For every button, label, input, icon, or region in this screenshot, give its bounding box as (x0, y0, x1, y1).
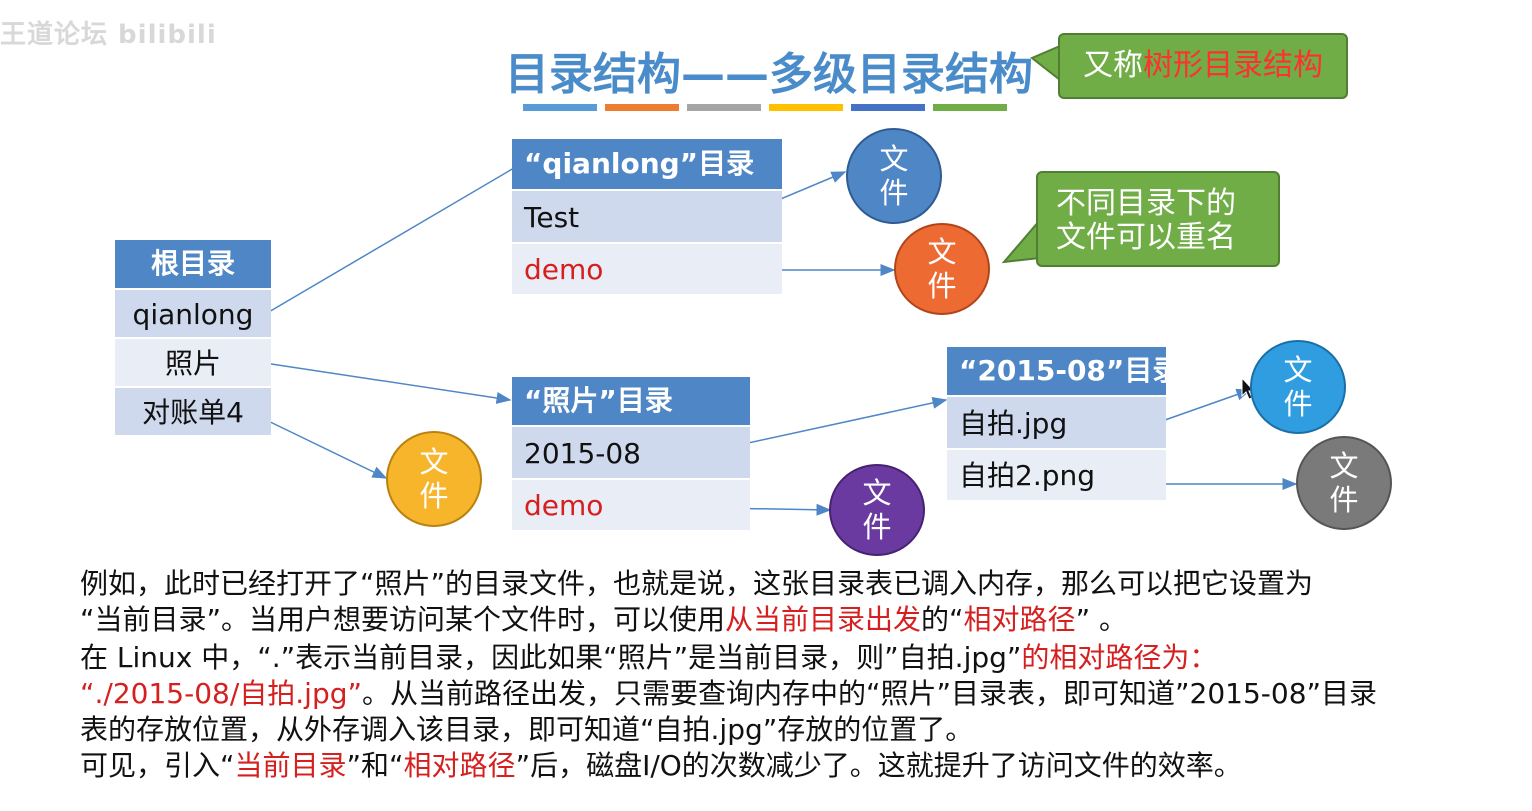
text-span: ”后，磁盘I/O的次数减少了。这就提升了访问文件的效率。 (515, 749, 1242, 782)
explanation-line-3: 在 Linux 中，“.”表示当前目录，因此如果“照片”是当前目录，则”自拍.j… (80, 640, 1217, 676)
table-row: demo (512, 478, 750, 530)
callout-top-prefix: 又称 (1083, 48, 1143, 83)
explanation-line-4: “./2015-08/自拍.jpg”。从当前路径出发，只需要查询内存中的“照片”… (80, 676, 1377, 712)
file-label: 文 (862, 476, 892, 510)
table-row: 对账单4 (115, 386, 271, 435)
highlight-span: 当前目录 (234, 749, 347, 782)
callout-right-tail (1001, 217, 1041, 264)
table-header: “照片”目录 (512, 377, 750, 425)
table-row: 照片 (115, 337, 271, 386)
callout-top-tail (1030, 44, 1061, 83)
file-label: 件 (879, 176, 909, 210)
text-span: 在 Linux 中，“.”表示当前目录，因此如果“照片”是当前目录，则”自拍.j… (80, 641, 1022, 674)
arrow-2015 (715, 397, 948, 451)
callout-tree-structure: 又称树形目录结构 (1058, 33, 1348, 99)
arrow-qianlong (261, 167, 515, 317)
table-row: qianlong (115, 288, 271, 337)
table-row: 自拍.jpg (947, 395, 1166, 448)
explanation-line-5: 表的存放位置，从外存调入该目录，即可知道“自拍.jpg”存放的位置了。 (80, 713, 974, 746)
table-row: 2015-08 (512, 425, 750, 478)
highlight-span: 从当前目录出发 (725, 603, 922, 636)
file-label: 件 (1329, 483, 1359, 517)
text-span: 的“ (921, 603, 964, 636)
callout-top-highlight: 树形目录结构 (1143, 48, 1323, 83)
table-row: demo (512, 242, 782, 294)
file-label: 文 (1329, 449, 1359, 483)
highlight-span: “./2015-08/自拍.jpg” (80, 677, 362, 710)
file-node-test: 文件 (846, 128, 942, 224)
file-label: 件 (419, 479, 449, 513)
table-header: 根目录 (115, 240, 271, 288)
explanation-line-6: 可见，引入“当前目录”和“相对路径”后，磁盘I/O的次数减少了。这就提升了访问文… (80, 748, 1242, 784)
text-span: 可见，引入“ (80, 749, 235, 782)
file-node-photo-demo: 文件 (829, 464, 925, 556)
text-span: ” 。 (1075, 603, 1127, 636)
table-header: “qianlong”目录 (512, 139, 782, 189)
file-label: 文 (1283, 353, 1313, 387)
file-node-selfie2: 文件 (1296, 436, 1392, 530)
file-node-qianlong-demo: 文件 (894, 223, 990, 315)
file-label: 件 (927, 269, 957, 303)
dir-2015-08-table: “2015-08”目录 自拍.jpg 自拍2.png (947, 347, 1180, 500)
qianlong-directory-table: “qianlong”目录 Test demo (512, 139, 782, 294)
table-row: 自拍2.png (947, 448, 1166, 500)
explanation-line-2: “当前目录”。当用户想要访问某个文件时，可以使用从当前目录出发的“相对路径” 。 (80, 602, 1127, 638)
highlight-span: 相对路径 (963, 603, 1076, 636)
callout-right-line2: 文件可以重名 (1056, 220, 1236, 255)
callout-right-line1: 不同目录下的 (1056, 186, 1236, 221)
root-directory-table: 根目录 qianlong 照片 对账单4 (115, 240, 271, 435)
text-span: ”和“ (346, 749, 404, 782)
text-span: “当前目录”。当用户想要访问某个文件时，可以使用 (80, 603, 726, 636)
file-node-bill: 文件 (386, 431, 482, 527)
callout-same-name: 不同目录下的 文件可以重名 (1036, 171, 1280, 267)
explanation-line-1: 例如，此时已经打开了“照片”的目录文件，也就是说，这张目录表已调入内存，那么可以… (80, 567, 1314, 600)
arrow-photo (257, 361, 512, 404)
file-label: 文 (879, 142, 909, 176)
highlight-span: 相对路径 (403, 749, 516, 782)
table-row: Test (512, 189, 782, 242)
file-label: 件 (1283, 387, 1313, 421)
file-node-selfie: 文件 (1250, 340, 1346, 434)
highlight-span: 的相对路径为： (1021, 641, 1218, 674)
table-header: “2015-08”目录 (947, 347, 1180, 395)
arrow-bill (261, 417, 388, 479)
file-label: 文 (927, 235, 957, 269)
text-span: 。从当前路径出发，只需要查询内存中的“照片”目录表，即可知道”2015-08”目… (362, 677, 1378, 710)
file-label: 文 (419, 445, 449, 479)
photo-directory-table: “照片”目录 2015-08 demo (512, 377, 750, 530)
file-label: 件 (862, 510, 892, 544)
